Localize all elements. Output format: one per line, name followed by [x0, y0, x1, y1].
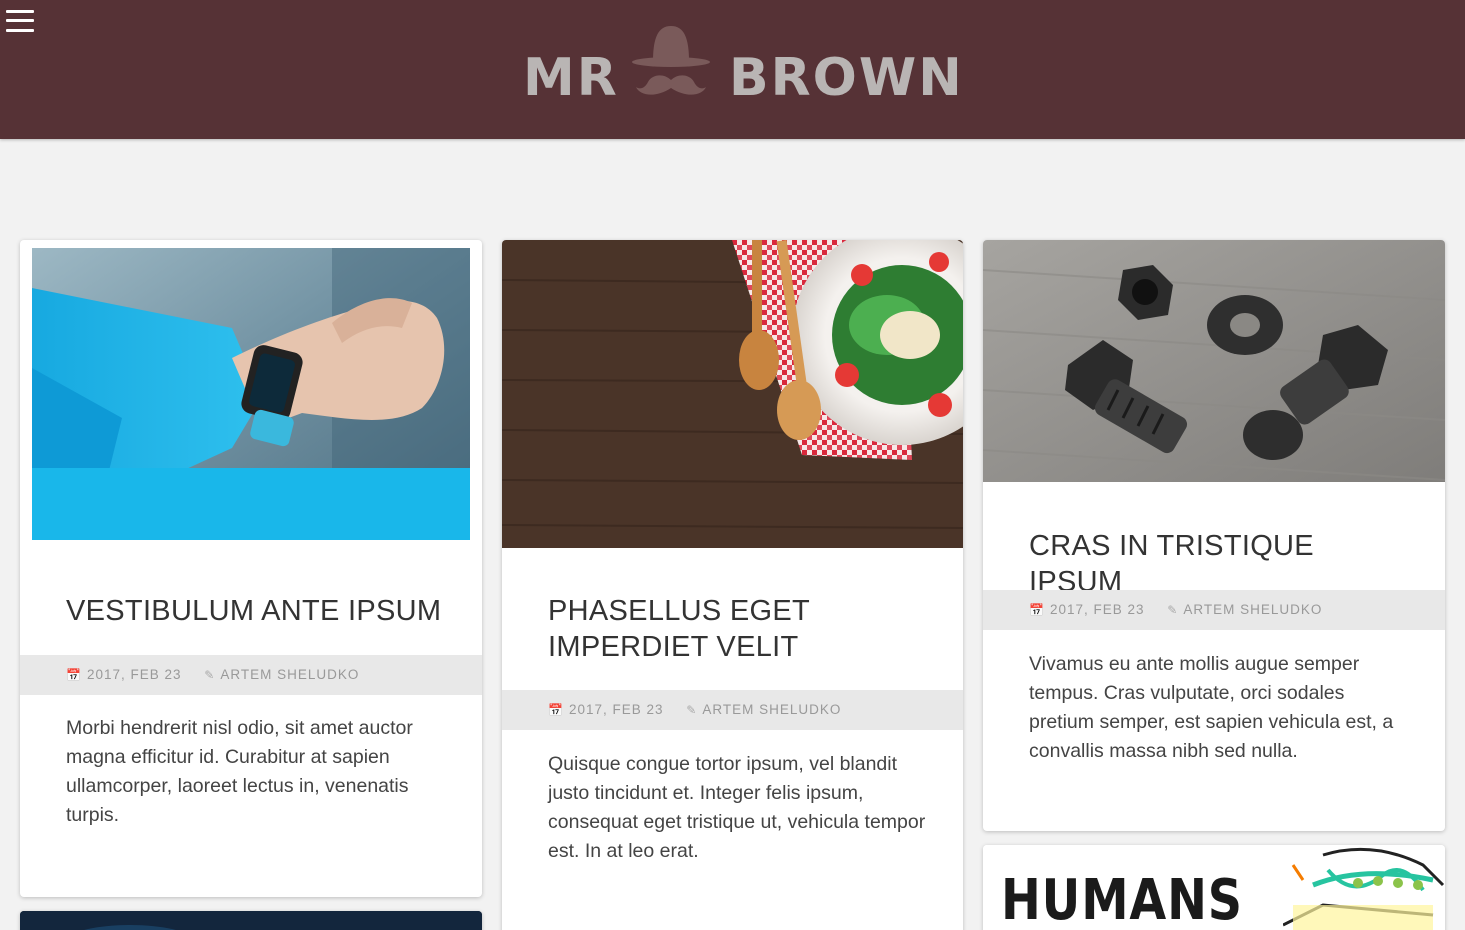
edit-icon: ✎ — [1167, 603, 1179, 617]
smartwatch-photo[interactable] — [32, 248, 470, 540]
post-card[interactable]: CRAS IN TRISTIQUE IPSUM 📅 2017, FEB 23 ✎ A… — [983, 240, 1445, 831]
post-date: 2017, FEB 23 — [1049, 602, 1145, 617]
post-meta: 📅 2017, FEB 23 ✎ ARTEM SHELUDKO — [20, 655, 482, 695]
post-date: 2017, FEB 23 — [86, 667, 182, 682]
hamburger-menu-icon[interactable] — [6, 9, 34, 35]
post-author[interactable]: ARTEM SHELUDKO — [702, 702, 841, 717]
post-excerpt: Quisque congue tortor ipsum, vel blandit… — [548, 753, 926, 862]
post-card[interactable]: PHASELLUS EGET IMPERDIET VELIT 📅 2017, FE… — [502, 240, 963, 930]
tech-photo[interactable] — [20, 911, 482, 930]
post-card[interactable]: VESTIBULUM ANTE IPSUM 📅 2017, FEB 23 ✎ ART… — [20, 240, 482, 897]
post-excerpt: Morbi hendrerit nisl odio, sit amet auct… — [66, 717, 413, 826]
humans-sketch-image[interactable]: HUMANS — [983, 845, 1445, 930]
calendar-icon: 📅 — [66, 668, 82, 682]
salad-plate-photo[interactable] — [502, 240, 963, 548]
post-card[interactable] — [20, 911, 482, 930]
humans-image-text: HUMANS — [1001, 868, 1243, 930]
logo-text-brown: BROWN — [729, 48, 964, 108]
bolts-nuts-photo[interactable] — [983, 240, 1445, 482]
post-title[interactable]: VESTIBULUM ANTE IPSUM — [66, 593, 452, 629]
post-author[interactable]: ARTEM SHELUDKO — [220, 667, 359, 682]
post-date: 2017, FEB 23 — [568, 702, 664, 717]
post-author[interactable]: ARTEM SHELUDKO — [1183, 602, 1322, 617]
bowler-hat-mustache-icon — [628, 18, 714, 104]
site-logo[interactable]: MR BROWN — [520, 18, 962, 108]
logo-text-mr: MR — [523, 48, 619, 108]
calendar-icon: 📅 — [1029, 603, 1045, 617]
post-excerpt: Vivamus eu ante mollis augue semper temp… — [1029, 653, 1394, 762]
edit-icon: ✎ — [204, 668, 216, 682]
edit-icon: ✎ — [686, 703, 698, 717]
post-title[interactable]: PHASELLUS EGET IMPERDIET VELIT — [548, 593, 933, 665]
calendar-icon: 📅 — [548, 703, 564, 717]
site-header: MR BROWN — [0, 0, 1465, 139]
post-meta: 📅 2017, FEB 23 ✎ ARTEM SHELUDKO — [983, 590, 1445, 630]
post-card[interactable]: HUMANS — [983, 845, 1445, 930]
post-meta: 📅 2017, FEB 23 ✎ ARTEM SHELUDKO — [502, 690, 963, 730]
